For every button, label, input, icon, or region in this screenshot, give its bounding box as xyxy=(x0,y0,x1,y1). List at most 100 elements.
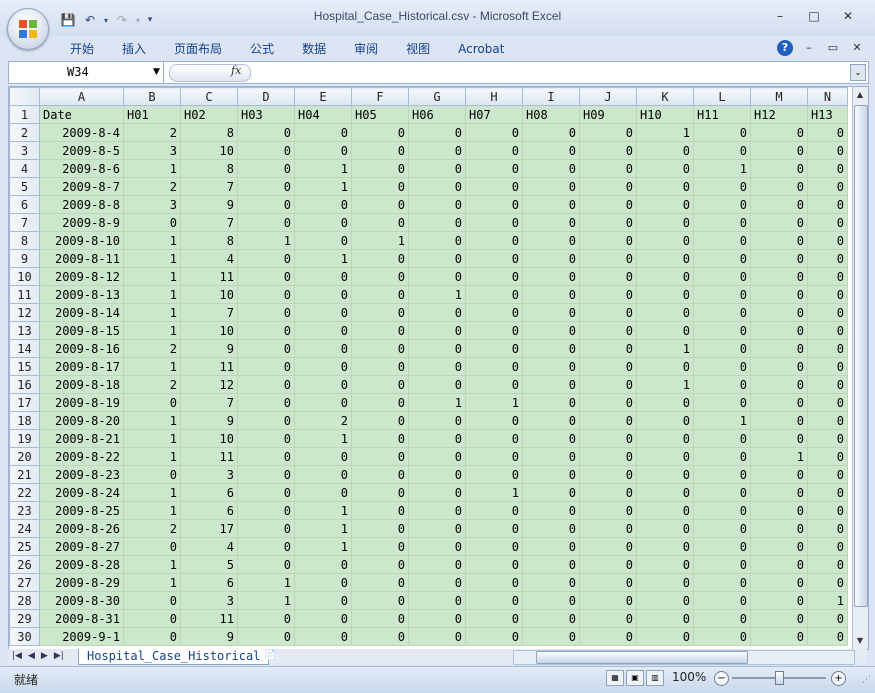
row-header[interactable]: 21 xyxy=(9,465,40,484)
cell[interactable]: 0 xyxy=(693,591,751,610)
cell[interactable]: 0 xyxy=(579,393,637,412)
cell[interactable]: 0 xyxy=(408,411,466,430)
cell[interactable]: 0 xyxy=(351,195,409,214)
row-header[interactable]: 27 xyxy=(9,573,40,592)
cell[interactable]: 0 xyxy=(750,249,808,268)
cell[interactable]: 0 xyxy=(465,285,523,304)
cell[interactable]: 0 xyxy=(351,339,409,358)
cell[interactable]: 2009-8-4 xyxy=(39,123,124,142)
column-header[interactable]: B xyxy=(123,87,181,106)
row-header[interactable]: 26 xyxy=(9,555,40,574)
cell[interactable]: 0 xyxy=(579,573,637,592)
column-header[interactable]: L xyxy=(693,87,751,106)
cell[interactable]: 0 xyxy=(408,159,466,178)
cell[interactable]: 0 xyxy=(123,213,181,232)
cell[interactable]: 0 xyxy=(807,411,848,430)
cell[interactable]: H06 xyxy=(408,105,466,124)
cell[interactable]: 2009-8-17 xyxy=(39,357,124,376)
cell[interactable]: 10 xyxy=(180,321,238,340)
last-sheet-icon[interactable]: ▶| xyxy=(54,651,64,661)
cell[interactable]: 1 xyxy=(123,249,181,268)
cell[interactable]: 7 xyxy=(180,393,238,412)
cell[interactable]: 0 xyxy=(693,519,751,538)
cell[interactable]: 0 xyxy=(807,177,848,196)
cell[interactable]: 0 xyxy=(351,177,409,196)
cell[interactable]: 0 xyxy=(522,339,580,358)
cell[interactable]: 1 xyxy=(750,447,808,466)
cell[interactable]: 0 xyxy=(408,177,466,196)
cell[interactable]: 0 xyxy=(693,375,751,394)
cell[interactable]: 0 xyxy=(522,411,580,430)
cell[interactable]: 11 xyxy=(180,267,238,286)
cell[interactable]: 1 xyxy=(123,447,181,466)
cell[interactable]: 0 xyxy=(237,537,295,556)
column-header[interactable]: D xyxy=(237,87,295,106)
cell[interactable]: 0 xyxy=(579,591,637,610)
cell[interactable]: 0 xyxy=(750,177,808,196)
row-header[interactable]: 23 xyxy=(9,501,40,520)
cell[interactable]: 0 xyxy=(408,609,466,628)
cell[interactable]: 0 xyxy=(636,501,694,520)
cell[interactable]: 0 xyxy=(693,393,751,412)
worksheet-grid[interactable]: ABCDEFGHIJKLMN 1 Date H01 H02 H03 H04 H05 H06 H0… xyxy=(8,86,869,650)
cell[interactable]: 0 xyxy=(693,483,751,502)
cell[interactable]: 0 xyxy=(465,159,523,178)
cell[interactable]: 0 xyxy=(693,627,751,646)
cell[interactable]: 0 xyxy=(807,357,848,376)
cell[interactable]: 0 xyxy=(522,483,580,502)
cell[interactable]: 0 xyxy=(294,627,352,646)
cell[interactable]: 0 xyxy=(351,555,409,574)
column-header[interactable]: C xyxy=(180,87,238,106)
cell[interactable]: 1 xyxy=(237,231,295,250)
next-sheet-icon[interactable]: ▶ xyxy=(41,651,48,661)
column-header[interactable]: A xyxy=(39,87,124,106)
column-header[interactable]: E xyxy=(294,87,352,106)
cell[interactable]: 0 xyxy=(465,177,523,196)
cell[interactable]: 0 xyxy=(351,591,409,610)
cell[interactable]: 4 xyxy=(180,249,238,268)
cell[interactable]: 0 xyxy=(693,177,751,196)
cell[interactable]: 0 xyxy=(807,483,848,502)
row-header[interactable]: 12 xyxy=(9,303,40,322)
cell[interactable]: 0 xyxy=(579,555,637,574)
cell[interactable]: 0 xyxy=(294,231,352,250)
cell[interactable]: 1 xyxy=(351,231,409,250)
cell[interactable]: 0 xyxy=(807,609,848,628)
cell[interactable]: 0 xyxy=(636,231,694,250)
column-header[interactable]: F xyxy=(351,87,409,106)
cell[interactable]: 0 xyxy=(351,501,409,520)
cell[interactable]: 6 xyxy=(180,483,238,502)
cell[interactable]: H07 xyxy=(465,105,523,124)
cell[interactable]: 0 xyxy=(807,321,848,340)
cell[interactable]: 9 xyxy=(180,627,238,646)
cell[interactable]: 0 xyxy=(294,573,352,592)
cell[interactable]: 1 xyxy=(294,249,352,268)
cell[interactable]: 2009-8-12 xyxy=(39,267,124,286)
cell[interactable]: 0 xyxy=(636,483,694,502)
cell[interactable]: 0 xyxy=(522,465,580,484)
cell[interactable]: 0 xyxy=(693,339,751,358)
cell[interactable]: 0 xyxy=(351,321,409,340)
cell[interactable]: 0 xyxy=(351,159,409,178)
cell[interactable]: 1 xyxy=(123,303,181,322)
cell[interactable]: 0 xyxy=(522,123,580,142)
cell[interactable]: 0 xyxy=(807,285,848,304)
cell[interactable]: 0 xyxy=(465,411,523,430)
cell[interactable]: 0 xyxy=(522,573,580,592)
cell[interactable]: 0 xyxy=(579,213,637,232)
cell[interactable]: 1 xyxy=(123,357,181,376)
cell[interactable]: 0 xyxy=(123,591,181,610)
cell[interactable]: 5 xyxy=(180,555,238,574)
formula-input[interactable] xyxy=(254,62,848,83)
cell[interactable]: 0 xyxy=(522,177,580,196)
cell[interactable]: 1 xyxy=(123,321,181,340)
cell[interactable]: 0 xyxy=(237,609,295,628)
cell[interactable]: 0 xyxy=(693,231,751,250)
cell[interactable]: 0 xyxy=(408,123,466,142)
scroll-down-icon[interactable]: ▼ xyxy=(854,635,866,647)
cell[interactable]: 0 xyxy=(465,573,523,592)
cell[interactable]: 0 xyxy=(807,393,848,412)
cell[interactable]: 0 xyxy=(294,447,352,466)
cell[interactable]: 0 xyxy=(636,555,694,574)
cell[interactable]: 0 xyxy=(579,231,637,250)
